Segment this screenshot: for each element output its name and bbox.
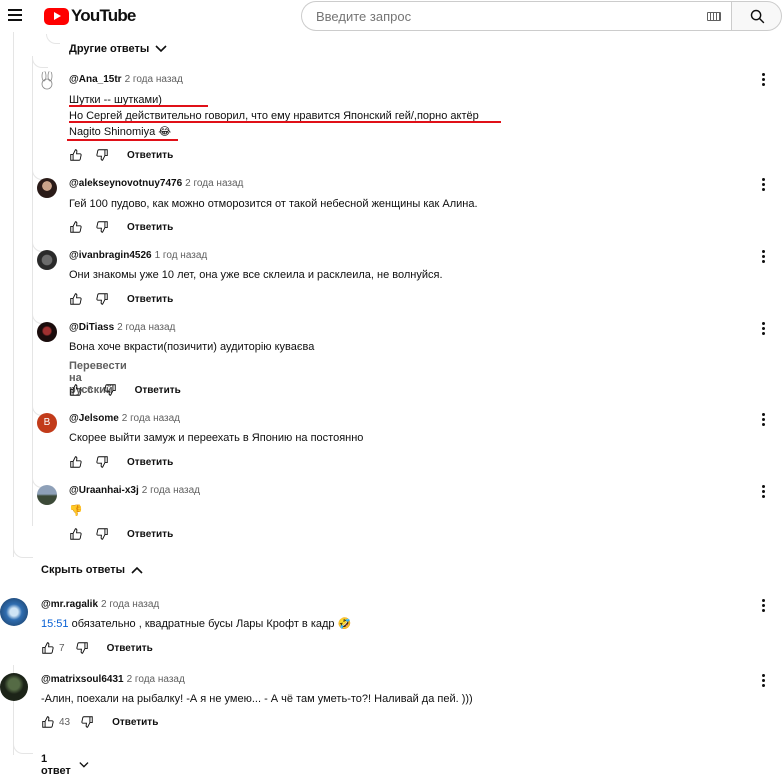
menu-icon[interactable] (8, 9, 22, 21)
comment-time[interactable]: 2 года назад (101, 599, 159, 610)
more-replies-button[interactable]: Другие ответы (69, 43, 167, 55)
keyboard-icon[interactable] (707, 12, 721, 21)
comment-actions: Ответить (69, 455, 173, 469)
avatar[interactable] (0, 598, 28, 626)
more-options-icon[interactable] (762, 674, 766, 688)
comment-author[interactable]: @Ana_15tr 2 года назад (69, 74, 183, 85)
youtube-logo[interactable]: YouTube (44, 6, 136, 25)
more-options-icon[interactable] (762, 485, 766, 499)
play-logo-icon (44, 7, 69, 25)
timestamp-link[interactable]: 15:51 (41, 618, 69, 630)
comment-author[interactable]: @mr.ragalik 2 года назад (41, 599, 159, 610)
comment-time[interactable]: 2 года назад (122, 413, 180, 424)
thread-line (13, 32, 14, 557)
like-count: 7 (59, 642, 65, 654)
avatar[interactable] (37, 71, 57, 91)
reply-button[interactable]: Ответить (127, 457, 173, 468)
comment-author[interactable]: @ivanbragin4526 1 год назад (69, 250, 207, 261)
more-options-icon[interactable] (762, 73, 766, 87)
like-icon[interactable] (69, 220, 83, 234)
comment-author[interactable]: @alekseynovotnuy7476 2 года назад (69, 178, 243, 189)
comment-time[interactable]: 2 года назад (185, 178, 243, 189)
comment-actions: Ответить (69, 292, 173, 306)
search-icon (750, 9, 765, 24)
comment-time[interactable]: 1 год назад (155, 250, 208, 261)
comment-time[interactable]: 2 года назад (142, 485, 200, 496)
comment-actions: Ответить (69, 220, 173, 234)
search-box (301, 1, 731, 31)
avatar-letter: B (43, 417, 51, 428)
dislike-icon[interactable] (95, 292, 109, 306)
reply-thread-line (32, 56, 33, 526)
avatar[interactable]: B (37, 413, 57, 433)
more-options-icon[interactable] (762, 322, 766, 336)
dislike-icon[interactable] (75, 641, 89, 655)
like-icon[interactable] (41, 641, 55, 655)
dislike-icon[interactable] (95, 455, 109, 469)
comment-text: Они знакомы уже 10 лет, она уже все скле… (69, 269, 443, 281)
like-icon[interactable] (69, 455, 83, 469)
reply-button[interactable]: Ответить (127, 529, 173, 540)
like-icon[interactable] (41, 715, 55, 729)
like-icon[interactable] (69, 527, 83, 541)
comment-text: Вона хоче вкрасти(позичити) аудиторію ку… (69, 341, 315, 353)
like-icon[interactable] (69, 292, 83, 306)
avatar[interactable] (37, 322, 57, 342)
comment-actions: Ответить (69, 527, 173, 541)
search-button[interactable] (731, 1, 782, 31)
comment-actions: 6 Ответить (69, 383, 181, 397)
more-options-icon[interactable] (762, 178, 766, 192)
dislike-icon[interactable] (95, 527, 109, 541)
reply-button[interactable]: Ответить (127, 150, 173, 161)
comment-time[interactable]: 2 года назад (117, 322, 175, 333)
search-input[interactable] (316, 9, 696, 24)
comment-text: Гей 100 пудово, как можно отморозится от… (69, 198, 478, 210)
hide-replies-button[interactable]: Скрыть ответы (41, 564, 143, 576)
reply-button[interactable]: Ответить (127, 222, 173, 233)
avatar[interactable] (37, 485, 57, 505)
like-count: 43 (59, 716, 71, 728)
top-bar: YouTube (0, 0, 782, 32)
more-options-icon[interactable] (762, 599, 766, 613)
avatar[interactable] (37, 250, 57, 270)
dislike-icon[interactable] (103, 383, 117, 397)
more-options-icon[interactable] (762, 250, 766, 264)
reply-button[interactable]: Ответить (107, 643, 153, 654)
comment-text: Nagito Shinomiya 😂 (69, 126, 172, 138)
reply-button[interactable]: Ответить (112, 717, 158, 728)
comment-text: 👎 (69, 505, 83, 517)
like-icon[interactable] (69, 148, 83, 162)
comment-actions: 7 Ответить (41, 641, 153, 655)
red-underline-annotation (69, 105, 208, 107)
red-underline-annotation (69, 121, 501, 123)
comment-time[interactable]: 2 года назад (127, 674, 185, 685)
bunny-avatar-icon (41, 71, 53, 90)
avatar[interactable] (0, 673, 28, 701)
comment-author[interactable]: @Uraanhai-x3j 2 года назад (69, 485, 200, 496)
comment-text: Скорее выйти замуж и переехать в Японию … (69, 432, 364, 444)
thread-curve (46, 34, 60, 44)
like-count: 6 (87, 384, 93, 396)
comment-text: -Алин, поехали на рыбалку! -А я не умею.… (41, 693, 473, 705)
comment-time[interactable]: 2 года назад (125, 74, 183, 85)
chevron-down-icon (79, 762, 89, 768)
dislike-icon[interactable] (95, 220, 109, 234)
dislike-icon[interactable] (95, 148, 109, 162)
show-replies-button[interactable]: 1 ответ (41, 753, 89, 776)
dislike-icon[interactable] (80, 715, 94, 729)
chevron-up-icon (131, 566, 143, 574)
comment-text: 15:51 обязательно , квадратные бусы Лары… (41, 618, 352, 630)
chevron-down-icon (155, 45, 167, 53)
red-underline-annotation (67, 139, 178, 141)
comment-actions: 43 Ответить (41, 715, 158, 729)
reply-button[interactable]: Ответить (127, 294, 173, 305)
reply-button[interactable]: Ответить (135, 385, 181, 396)
comment-actions: Ответить (69, 148, 173, 162)
comment-author[interactable]: @Jelsome 2 года назад (69, 413, 180, 424)
more-options-icon[interactable] (762, 413, 766, 427)
comment-author[interactable]: @matrixsoul6431 2 года назад (41, 674, 185, 685)
comment-author[interactable]: @DiTiass 2 года назад (69, 322, 175, 333)
avatar[interactable] (37, 178, 57, 198)
like-icon[interactable] (69, 383, 83, 397)
